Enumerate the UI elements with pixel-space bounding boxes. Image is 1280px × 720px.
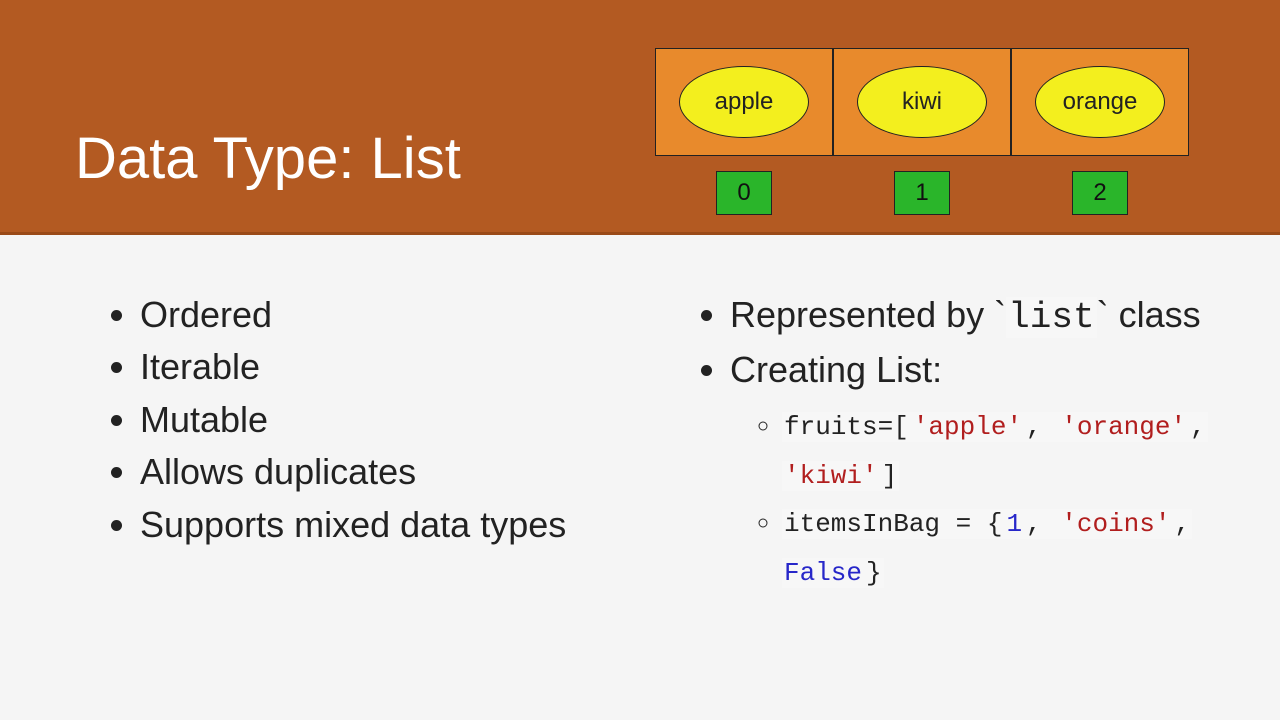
- index-box: 1: [894, 171, 950, 215]
- slide-body: Ordered Iterable Mutable Allows duplicat…: [0, 235, 1280, 599]
- code-token: ,: [1024, 509, 1059, 539]
- code-token: itemsInBag = {: [782, 509, 1004, 539]
- list-item: Iterable: [140, 342, 620, 392]
- left-column: Ordered Iterable Mutable Allows duplicat…: [70, 290, 620, 599]
- examples-list: fruits=['apple', 'orange', 'kiwi'] items…: [730, 402, 1210, 597]
- list-diagram: apple kiwi orange 0 1 2: [655, 48, 1189, 215]
- index-box: 2: [1072, 171, 1128, 215]
- code-string: 'orange': [1059, 412, 1188, 442]
- code-string: 'coins': [1059, 509, 1172, 539]
- code-example: itemsInBag = {1, 'coins', False}: [782, 499, 1210, 597]
- text: ` class: [1097, 294, 1201, 335]
- text: Creating List:: [730, 349, 942, 390]
- code-number: 1: [1004, 509, 1024, 539]
- list-item: Creating List: fruits=['apple', 'orange'…: [730, 345, 1210, 597]
- list-item: Supports mixed data types: [140, 500, 620, 550]
- list-value-ellipse: apple: [679, 66, 809, 138]
- code-token: }: [864, 558, 884, 588]
- list-item: Represented by `list` class: [730, 290, 1210, 343]
- properties-list: Ordered Iterable Mutable Allows duplicat…: [70, 290, 620, 550]
- list-item: Allows duplicates: [140, 447, 620, 497]
- text: Represented by `: [730, 294, 1006, 335]
- list-cell: kiwi: [833, 48, 1011, 156]
- list-cells: apple kiwi orange: [655, 48, 1189, 156]
- code-token: ,: [1024, 412, 1059, 442]
- list-item: Mutable: [140, 395, 620, 445]
- list-cell: apple: [655, 48, 833, 156]
- right-column: Represented by `list` class Creating Lis…: [660, 290, 1210, 599]
- slide-header: Data Type: List apple kiwi orange 0 1 2: [0, 0, 1280, 235]
- details-list: Represented by `list` class Creating Lis…: [660, 290, 1210, 597]
- code-example: fruits=['apple', 'orange', 'kiwi']: [782, 402, 1210, 500]
- code-string: 'apple': [911, 412, 1024, 442]
- code-keyword: False: [782, 558, 864, 588]
- list-value-ellipse: kiwi: [857, 66, 987, 138]
- code-token: fruits=[: [782, 412, 911, 442]
- list-indices: 0 1 2: [655, 171, 1189, 215]
- list-item: Ordered: [140, 290, 620, 340]
- code-token: ,: [1172, 509, 1192, 539]
- list-value-ellipse: orange: [1035, 66, 1165, 138]
- code-string: 'kiwi': [782, 461, 880, 491]
- inline-code: list: [1006, 297, 1096, 338]
- code-token: ]: [880, 461, 900, 491]
- index-box: 0: [716, 171, 772, 215]
- slide-title: Data Type: List: [75, 125, 461, 192]
- list-cell: orange: [1011, 48, 1189, 156]
- code-token: ,: [1188, 412, 1208, 442]
